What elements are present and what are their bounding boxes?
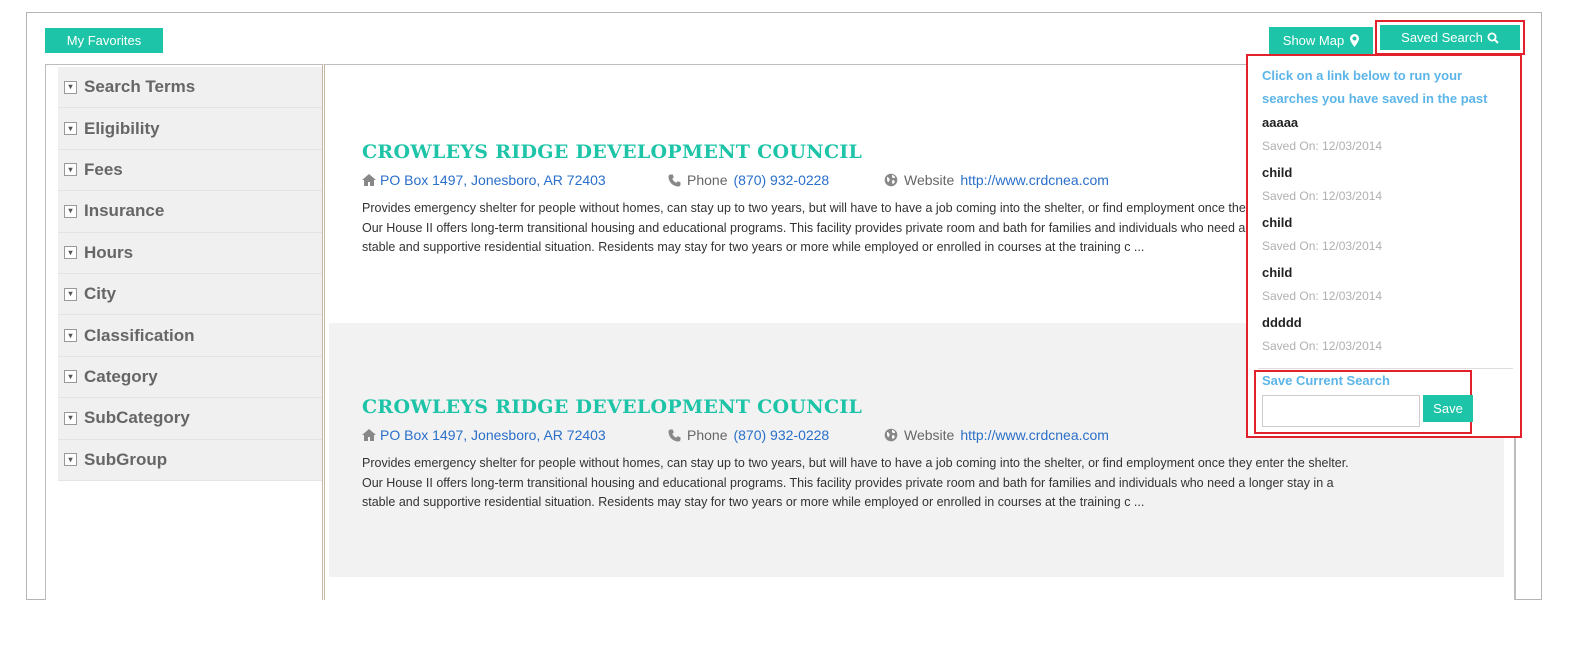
filter-eligibility[interactable]: ▾ Eligibility <box>58 108 322 150</box>
saved-search-item[interactable]: child Saved On: 12/03/2014 <box>1262 212 1512 262</box>
my-favorites-label: My Favorites <box>66 33 142 48</box>
expand-icon: ▾ <box>64 80 77 94</box>
expand-icon: ▾ <box>64 246 77 260</box>
filter-city[interactable]: ▾ City <box>58 274 322 316</box>
saved-search-date: Saved On: 12/03/2014 <box>1262 139 1383 153</box>
saved-search-button[interactable]: Saved Search <box>1375 20 1525 55</box>
address-text: PO Box 1497, Jonesboro, AR 72403 <box>380 172 606 188</box>
save-button-label: Save <box>1433 401 1463 416</box>
filter-search-terms[interactable]: ▾ Search Terms <box>58 67 322 109</box>
saved-search-date: Saved On: 12/03/2014 <box>1262 189 1383 203</box>
saved-search-name[interactable]: child <box>1262 212 1512 234</box>
saved-search-name[interactable]: child <box>1262 162 1512 184</box>
phone-link[interactable]: (870) 932-0228 <box>733 427 829 443</box>
filter-label: City <box>84 284 117 304</box>
expand-icon: ▾ <box>64 329 77 343</box>
result-website: Website http://www.crdcnea.com <box>884 427 1109 443</box>
filter-subcategory[interactable]: ▾ SubCategory <box>58 398 322 440</box>
phone-label: Phone <box>687 427 728 443</box>
filter-label: Eligibility <box>84 118 160 138</box>
dropdown-divider <box>1258 368 1513 369</box>
filter-insurance[interactable]: ▾ Insurance <box>58 191 322 233</box>
show-map-button[interactable]: Show Map <box>1269 27 1373 54</box>
result-title[interactable]: CROWLEYS RIDGE DEVELOPMENT COUNCIL <box>362 141 862 163</box>
saved-search-list: aaaaa Saved On: 12/03/2014 child Saved O… <box>1262 112 1512 362</box>
globe-icon <box>884 173 898 187</box>
save-button[interactable]: Save <box>1423 395 1473 422</box>
filter-fees[interactable]: ▾ Fees <box>58 150 322 192</box>
filter-label: Hours <box>84 242 134 262</box>
my-favorites-button[interactable]: My Favorites <box>45 28 163 53</box>
result-phone: Phone (870) 932-0228 <box>668 427 884 443</box>
globe-icon <box>884 428 898 442</box>
saved-search-name[interactable]: ddddd <box>1262 312 1512 334</box>
website-label: Website <box>904 172 955 188</box>
expand-icon: ▾ <box>64 163 77 177</box>
saved-search-date: Saved On: 12/03/2014 <box>1262 289 1383 303</box>
save-current-search-label: Save Current Search <box>1262 373 1390 388</box>
saved-search-dropdown: Click on a link below to run your search… <box>1246 54 1522 438</box>
filter-category[interactable]: ▾ Category <box>58 357 322 399</box>
search-icon <box>1487 32 1499 44</box>
result-meta: PO Box 1497, Jonesboro, AR 72403 Phone (… <box>362 427 1109 443</box>
saved-search-item[interactable]: ddddd Saved On: 12/03/2014 <box>1262 312 1512 362</box>
saved-search-date: Saved On: 12/03/2014 <box>1262 339 1383 353</box>
filter-classification[interactable]: ▾ Classification <box>58 315 322 357</box>
show-map-label: Show Map <box>1282 33 1345 48</box>
saved-search-date: Saved On: 12/03/2014 <box>1262 239 1383 253</box>
filter-label: Insurance <box>84 201 165 221</box>
address-text: PO Box 1497, Jonesboro, AR 72403 <box>380 427 606 443</box>
home-icon <box>362 174 376 186</box>
filter-label: Classification <box>84 325 195 345</box>
website-link[interactable]: http://www.crdcnea.com <box>960 172 1109 188</box>
saved-search-label: Saved Search <box>1401 30 1483 45</box>
filter-label: SubCategory <box>84 408 190 428</box>
filter-label: Fees <box>84 159 123 179</box>
filter-label: SubGroup <box>84 449 168 469</box>
map-marker-icon <box>1350 34 1360 47</box>
filter-label: Category <box>84 366 158 386</box>
expand-icon: ▾ <box>64 287 77 301</box>
result-description: Provides emergency shelter for people wi… <box>362 201 1349 254</box>
search-name-input[interactable] <box>1262 395 1420 427</box>
filter-subgroup[interactable]: ▾ SubGroup <box>58 440 322 481</box>
saved-search-item[interactable]: aaaaa Saved On: 12/03/2014 <box>1262 112 1512 162</box>
phone-link[interactable]: (870) 932-0228 <box>733 172 829 188</box>
filter-sidebar: ▾ Search Terms ▾ Eligibility ▾ Fees ▾ Insura… <box>45 64 325 600</box>
saved-search-item[interactable]: child Saved On: 12/03/2014 <box>1262 162 1512 212</box>
result-address[interactable]: PO Box 1497, Jonesboro, AR 72403 <box>362 172 668 188</box>
expand-icon: ▾ <box>64 370 77 384</box>
website-link[interactable]: http://www.crdcnea.com <box>960 427 1109 443</box>
filter-hours[interactable]: ▾ Hours <box>58 233 322 274</box>
saved-search-name[interactable]: child <box>1262 262 1512 284</box>
result-meta: PO Box 1497, Jonesboro, AR 72403 Phone (… <box>362 172 1109 188</box>
result-description: Provides emergency shelter for people wi… <box>362 456 1349 509</box>
expand-icon: ▾ <box>64 122 77 136</box>
filter-list: ▾ Search Terms ▾ Eligibility ▾ Fees ▾ Insura… <box>58 67 322 481</box>
result-address[interactable]: PO Box 1497, Jonesboro, AR 72403 <box>362 427 668 443</box>
expand-icon: ▾ <box>64 453 77 467</box>
expand-icon: ▾ <box>64 411 77 425</box>
saved-search-item[interactable]: child Saved On: 12/03/2014 <box>1262 262 1512 312</box>
saved-search-name[interactable]: aaaaa <box>1262 112 1512 134</box>
website-label: Website <box>904 427 955 443</box>
phone-label: Phone <box>687 172 728 188</box>
phone-icon <box>668 429 681 441</box>
saved-search-heading: Click on a link below to run your search… <box>1262 68 1488 106</box>
phone-icon <box>668 174 681 186</box>
result-website: Website http://www.crdcnea.com <box>884 172 1109 188</box>
result-phone: Phone (870) 932-0228 <box>668 172 884 188</box>
save-current-search-form: Save Current Search Save <box>1254 370 1473 434</box>
saved-search-button-inner[interactable]: Saved Search <box>1380 25 1520 50</box>
filter-label: Search Terms <box>84 77 196 97</box>
expand-icon: ▾ <box>64 204 77 218</box>
home-icon <box>362 429 376 441</box>
result-title[interactable]: CROWLEYS RIDGE DEVELOPMENT COUNCIL <box>362 396 862 418</box>
